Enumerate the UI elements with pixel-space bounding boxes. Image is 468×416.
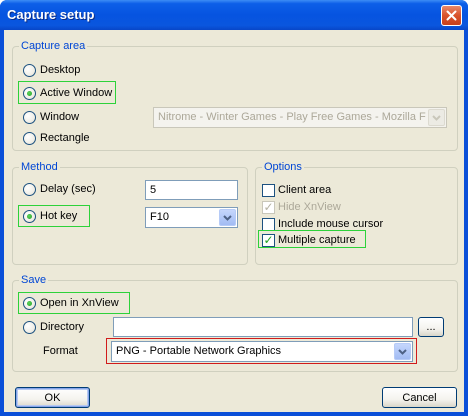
delay-label: Delay (sec)	[40, 183, 96, 195]
radio-indicator	[23, 296, 36, 310]
client-area-checkbox[interactable]: Client area	[262, 182, 331, 198]
cancel-button[interactable]: Cancel	[382, 387, 457, 408]
radio-indicator	[23, 110, 36, 124]
save-legend: Save	[19, 274, 49, 286]
ok-button[interactable]: OK	[15, 387, 90, 408]
desktop-label: Desktop	[40, 64, 81, 76]
window-select-dropdown-button[interactable]	[428, 109, 445, 126]
checkbox-indicator: ✓	[262, 232, 275, 247]
hotkey-radio[interactable]: Hot key	[23, 208, 77, 224]
dialog-client-area: Capture area Desktop Active Window Windo…	[4, 30, 464, 412]
active-window-radio[interactable]: Active Window	[23, 85, 112, 101]
browse-directory-button[interactable]: ...	[418, 317, 444, 337]
multiple-capture-checkbox[interactable]: ✓ Multiple capture	[262, 232, 356, 248]
browse-label: ...	[426, 321, 436, 333]
capture-area-legend: Capture area	[19, 40, 88, 52]
close-icon	[446, 10, 457, 21]
hotkey-dropdown-button[interactable]	[219, 209, 236, 226]
client-area-label: Client area	[278, 184, 332, 196]
dialog-title: Capture setup	[7, 7, 95, 22]
method-legend: Method	[19, 161, 60, 173]
chevron-down-icon	[432, 114, 441, 121]
format-label: Format	[43, 345, 78, 357]
ok-label: OK	[44, 391, 61, 404]
rectangle-radio[interactable]: Rectangle	[23, 130, 90, 146]
format-select[interactable]: PNG - Portable Network Graphics	[111, 341, 413, 362]
directory-input[interactable]	[113, 317, 413, 337]
capture-setup-dialog: Capture setup Capture area Desktop Activ…	[0, 0, 468, 416]
directory-label: Directory	[40, 321, 85, 333]
delay-radio[interactable]: Delay (sec)	[23, 181, 96, 197]
checkbox-indicator	[262, 183, 275, 197]
desktop-radio[interactable]: Desktop	[23, 62, 80, 78]
directory-radio[interactable]: Directory	[23, 319, 84, 335]
radio-indicator	[23, 182, 36, 196]
hotkey-select-value: F10	[150, 211, 169, 223]
chevron-down-icon	[398, 348, 407, 355]
format-select-value: PNG - Portable Network Graphics	[116, 345, 282, 357]
checkbox-indicator	[262, 217, 275, 231]
hide-xnview-label: Hide XnView	[278, 201, 341, 213]
chevron-down-icon	[223, 214, 232, 221]
radio-indicator	[23, 86, 36, 100]
window-select-value: Nitrome - Winter Games - Play Free Games…	[158, 111, 426, 123]
hide-xnview-checkbox[interactable]: ✓ Hide XnView	[262, 199, 341, 215]
radio-indicator	[23, 209, 36, 223]
hotkey-select[interactable]: F10	[145, 207, 238, 228]
include-cursor-label: Include mouse cursor	[278, 218, 384, 230]
open-in-xnview-label: Open in XnView	[40, 297, 119, 309]
cancel-label: Cancel	[402, 391, 437, 404]
checkbox-indicator: ✓	[262, 199, 275, 214]
window-radio[interactable]: Window	[23, 109, 79, 125]
delay-input[interactable]: 5	[145, 180, 238, 200]
window-select[interactable]: Nitrome - Winter Games - Play Free Games…	[153, 107, 447, 128]
rectangle-label: Rectangle	[40, 132, 90, 144]
options-legend: Options	[262, 161, 304, 173]
hotkey-label: Hot key	[40, 210, 78, 222]
active-window-label: Active Window	[40, 87, 113, 99]
title-bar[interactable]: Capture setup	[0, 0, 468, 30]
open-in-xnview-radio[interactable]: Open in XnView	[23, 295, 119, 311]
window-label: Window	[40, 111, 80, 123]
radio-indicator	[23, 63, 36, 77]
radio-indicator	[23, 131, 36, 145]
multiple-capture-label: Multiple capture	[278, 234, 356, 246]
format-dropdown-button[interactable]	[394, 343, 411, 360]
radio-indicator	[23, 320, 36, 334]
close-button[interactable]	[441, 5, 462, 26]
